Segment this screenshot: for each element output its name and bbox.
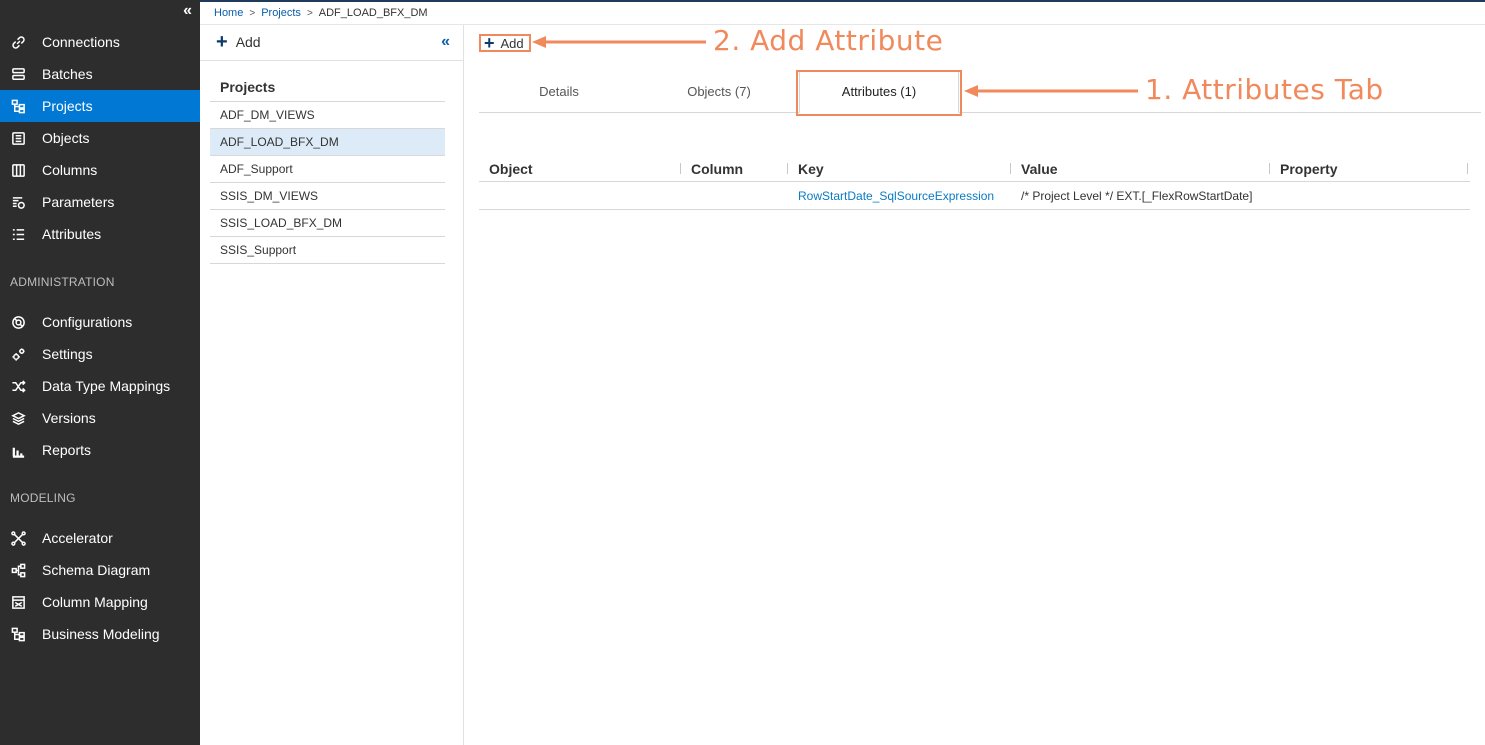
breadcrumb-separator: > bbox=[249, 7, 256, 19]
sidebar-item-label: Configurations bbox=[42, 314, 133, 330]
parameters-icon bbox=[10, 194, 26, 210]
column-header-value[interactable]: Value bbox=[1021, 155, 1058, 182]
cell-key-link[interactable]: RowStartDate_SqlSourceExpression bbox=[798, 182, 994, 210]
breadcrumb-home[interactable]: Home bbox=[214, 7, 243, 19]
breadcrumb-projects[interactable]: Projects bbox=[261, 7, 301, 19]
column-header-key[interactable]: Key bbox=[798, 155, 824, 182]
sidebar-item-attributes[interactable]: Attributes bbox=[0, 218, 200, 250]
project-item[interactable]: SSIS_Support bbox=[210, 237, 445, 264]
projects-panel: + Add « Projects ADF_DM_VIEWS ADF_LOAD_B… bbox=[200, 25, 464, 745]
add-project-label: Add bbox=[235, 34, 261, 50]
project-item[interactable]: SSIS_DM_VIEWS bbox=[210, 183, 445, 210]
attributes-tab-arrow-icon bbox=[964, 85, 1138, 97]
configurations-icon bbox=[10, 314, 26, 330]
project-item-selected[interactable]: ADF_LOAD_BFX_DM bbox=[210, 129, 445, 156]
grid-header: Object Column Key Value Property bbox=[479, 155, 1470, 182]
projects-toolbar: + Add « bbox=[200, 25, 464, 61]
add-attribute-label: Add bbox=[500, 35, 524, 51]
column-divider[interactable] bbox=[1467, 163, 1468, 174]
sidebar-item-label: Column Mapping bbox=[42, 594, 148, 610]
column-divider[interactable] bbox=[1010, 163, 1011, 174]
collapse-panel-icon[interactable]: « bbox=[441, 33, 450, 51]
attributes-tab-annotation: 1. Attributes Tab bbox=[1145, 73, 1384, 106]
sidebar-item-accelerator[interactable]: Accelerator bbox=[0, 522, 200, 554]
sidebar-item-data-type-mappings[interactable]: Data Type Mappings bbox=[0, 370, 200, 402]
projects-icon bbox=[10, 98, 26, 114]
sidebar-item-label: Business Modeling bbox=[42, 626, 160, 642]
sidebar-item-projects[interactable]: Projects bbox=[0, 90, 200, 122]
main-content: + Add Details Objects (7) Attributes (1)… bbox=[465, 25, 1485, 745]
sidebar-item-label: Schema Diagram bbox=[42, 562, 151, 578]
attributes-icon bbox=[10, 226, 26, 242]
column-divider[interactable] bbox=[787, 163, 788, 174]
sidebar-item-label: Attributes bbox=[42, 226, 102, 242]
section-modeling: MODELING bbox=[10, 491, 76, 505]
attributes-grid: Object Column Key Value Property RowStar… bbox=[479, 155, 1470, 210]
project-item[interactable]: ADF_Support bbox=[210, 156, 445, 183]
sidebar-item-settings[interactable]: Settings bbox=[0, 338, 200, 370]
layers-icon bbox=[10, 410, 26, 426]
add-project-button[interactable]: + Add bbox=[216, 31, 261, 53]
projects-list: ADF_DM_VIEWS ADF_LOAD_BFX_DM ADF_Support… bbox=[210, 101, 445, 264]
accelerator-icon bbox=[10, 530, 26, 546]
settings-icon bbox=[10, 346, 26, 362]
business-modeling-icon bbox=[10, 626, 26, 642]
projects-title: Projects bbox=[220, 79, 276, 95]
sidebar-item-label: Versions bbox=[42, 410, 96, 426]
column-divider[interactable] bbox=[1269, 163, 1270, 174]
sidebar-item-label: Projects bbox=[42, 98, 93, 114]
sidebar-item-label: Data Type Mappings bbox=[42, 378, 171, 394]
sidebar-item-column-mapping[interactable]: Column Mapping bbox=[0, 586, 200, 618]
tab-details[interactable]: Details bbox=[479, 70, 639, 113]
sidebar-item-schema-diagram[interactable]: Schema Diagram bbox=[0, 554, 200, 586]
sidebar-item-business-modeling[interactable]: Business Modeling bbox=[0, 618, 200, 650]
sidebar-item-configurations[interactable]: Configurations bbox=[0, 306, 200, 338]
breadcrumb-separator: > bbox=[306, 7, 313, 19]
sidebar-item-label: Connections bbox=[42, 34, 120, 50]
project-item[interactable]: ADF_DM_VIEWS bbox=[210, 102, 445, 129]
shuffle-icon bbox=[10, 378, 26, 394]
sidebar-item-parameters[interactable]: Parameters bbox=[0, 186, 200, 218]
cell-value: /* Project Level */ EXT.[_FlexRowStartDa… bbox=[1021, 189, 1253, 203]
tab-attributes[interactable]: Attributes (1) bbox=[799, 70, 959, 113]
sidebar-collapse-icon[interactable]: « bbox=[183, 3, 192, 19]
sidebar-item-label: Accelerator bbox=[42, 530, 113, 546]
add-attribute-annotation: 2. Add Attribute bbox=[713, 24, 944, 57]
breadcrumb: Home > Projects > ADF_LOAD_BFX_DM bbox=[200, 2, 1485, 25]
sidebar: « Connections Batches Projects Objects C… bbox=[0, 0, 200, 745]
bar-chart-icon bbox=[10, 442, 26, 458]
column-header-object[interactable]: Object bbox=[489, 155, 533, 182]
tab-objects[interactable]: Objects (7) bbox=[639, 70, 799, 113]
sidebar-item-label: Objects bbox=[42, 130, 90, 146]
sidebar-item-versions[interactable]: Versions bbox=[0, 402, 200, 434]
plus-icon: + bbox=[216, 31, 228, 53]
columns-icon bbox=[10, 162, 26, 178]
plus-icon: + bbox=[484, 33, 495, 53]
sidebar-item-label: Parameters bbox=[42, 194, 115, 210]
column-divider[interactable] bbox=[680, 163, 681, 174]
sidebar-item-label: Settings bbox=[42, 346, 93, 362]
section-administration: ADMINISTRATION bbox=[10, 275, 115, 289]
schema-icon bbox=[10, 562, 26, 578]
sidebar-item-columns[interactable]: Columns bbox=[0, 154, 200, 186]
column-header-property[interactable]: Property bbox=[1280, 155, 1338, 182]
sidebar-item-objects[interactable]: Objects bbox=[0, 122, 200, 154]
column-mapping-icon bbox=[10, 594, 26, 610]
sidebar-item-label: Columns bbox=[42, 162, 98, 178]
sidebar-item-reports[interactable]: Reports bbox=[0, 434, 200, 466]
sidebar-item-connections[interactable]: Connections bbox=[0, 26, 200, 58]
sidebar-item-label: Reports bbox=[42, 442, 92, 458]
link-icon bbox=[10, 34, 26, 50]
add-attribute-arrow-icon bbox=[532, 36, 706, 48]
table-row[interactable]: RowStartDate_SqlSourceExpression /* Proj… bbox=[479, 182, 1470, 210]
add-attribute-button[interactable]: + Add bbox=[479, 34, 531, 52]
column-header-column[interactable]: Column bbox=[691, 155, 743, 182]
objects-icon bbox=[10, 130, 26, 146]
batches-icon bbox=[10, 66, 26, 82]
sidebar-item-batches[interactable]: Batches bbox=[0, 58, 200, 90]
breadcrumb-current: ADF_LOAD_BFX_DM bbox=[318, 7, 428, 19]
sidebar-item-label: Batches bbox=[42, 66, 93, 82]
project-item[interactable]: SSIS_LOAD_BFX_DM bbox=[210, 210, 445, 237]
